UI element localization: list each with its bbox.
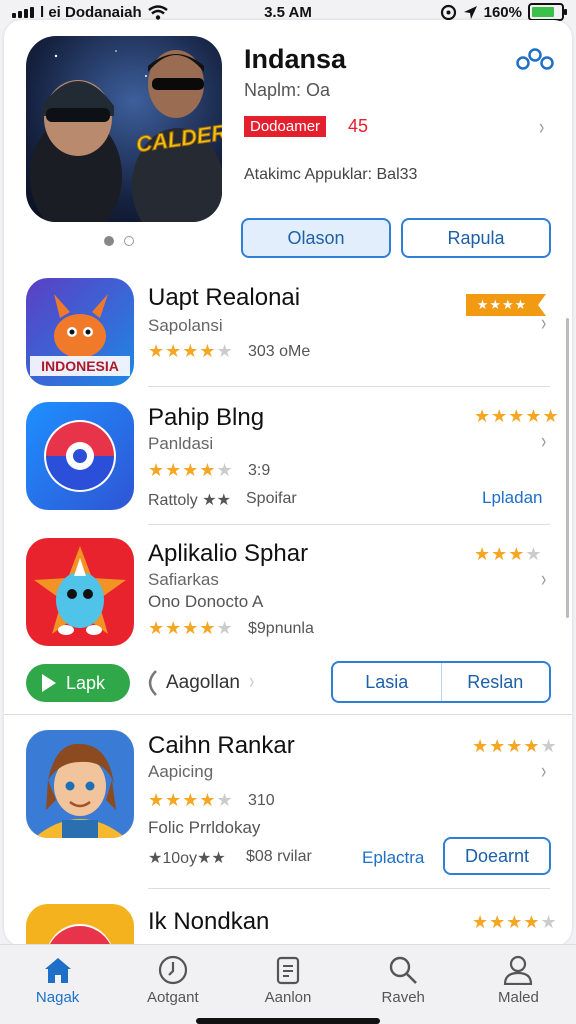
app-title[interactable]: Aplikalio Sphar — [148, 540, 308, 568]
app-rating-count: $9pnunla — [248, 620, 314, 637]
chevron-right-icon[interactable]: › — [539, 114, 544, 140]
tab-label: Aotgant — [146, 989, 199, 1006]
app-title[interactable]: Pahip Blng — [148, 404, 264, 432]
app-rating-count: 303 oMe — [248, 343, 311, 360]
segmented-control[interactable]: Lasia Reslan — [331, 661, 551, 703]
divider — [148, 386, 550, 387]
tab-label: Maled — [497, 989, 539, 1006]
tab-home[interactable]: Nagak — [0, 945, 115, 1024]
battery-icon — [528, 3, 567, 21]
featured-button-secondary[interactable]: Rapula — [401, 218, 551, 258]
app-action-link[interactable]: Lpladan — [482, 488, 543, 508]
signal-icon — [12, 6, 34, 18]
app-action-link[interactable]: Eplactra — [362, 848, 424, 868]
app-icon-nondkan[interactable] — [26, 904, 134, 946]
chevron-right-icon[interactable]: › — [541, 310, 546, 336]
divider — [148, 888, 550, 889]
rating-badge: ★★★★ — [466, 294, 546, 316]
segment-right[interactable]: Reslan — [440, 663, 550, 701]
open-button-label: Lapk — [66, 672, 106, 693]
open-button[interactable]: Lapk — [26, 664, 130, 702]
app-subtitle: Safiarkas — [148, 570, 219, 589]
tab-label: Aanlon — [264, 989, 312, 1006]
play-icon — [42, 674, 56, 692]
tab-bar: Nagak Aotgant Aanlon Raveh Maled — [0, 944, 576, 1024]
app-extra-left: Rattoly ★★ — [148, 492, 231, 509]
location-icon — [463, 5, 477, 19]
scrollbar[interactable] — [566, 318, 569, 618]
app-right-stars: ★★★★★ — [472, 912, 558, 932]
featured-image[interactable]: CALDERN — [26, 36, 222, 222]
app-subtitle: Aapicing — [148, 762, 214, 781]
tab-profile[interactable]: Maled — [461, 945, 576, 1024]
featured-subtitle: Naplm: Oa — [244, 80, 331, 100]
loading-icon — [148, 670, 157, 696]
tab-label: Nagak — [35, 989, 80, 1006]
tab-document[interactable]: Aanlon — [230, 945, 345, 1024]
app-subtitle: Sapolansi — [148, 316, 223, 335]
tab-clock[interactable]: Aotgant — [115, 945, 230, 1024]
tab-label: Raveh — [381, 989, 425, 1006]
divider — [148, 524, 550, 525]
app-icon-indonesia[interactable]: INDONESIA — [26, 278, 134, 386]
clock-icon — [158, 955, 187, 985]
app-rating-stars: ★★★★★ — [148, 790, 234, 810]
carousel-dot[interactable] — [124, 236, 134, 246]
action-link[interactable]: Aagollan — [166, 672, 240, 694]
app-rating-stars: ★★★★★ — [148, 341, 234, 361]
profile-icon — [504, 955, 533, 985]
app-title[interactable]: Uapt Realonai — [148, 284, 300, 312]
store-card: CALDERN Indansa Naplm: Oa Dodoamer 45 At… — [4, 20, 572, 946]
segment-left[interactable]: Lasia — [333, 663, 441, 701]
carousel-dots[interactable] — [104, 236, 134, 246]
chevron-right-icon[interactable]: › — [541, 428, 546, 454]
featured-badge: Dodoamer — [244, 116, 327, 137]
app-icon-pahip[interactable] — [26, 402, 134, 510]
carrier-label: l ei Dodanaiah — [40, 3, 142, 21]
app-extra-mid: Spoifar — [246, 490, 297, 507]
featured-button-primary[interactable]: Olason — [241, 218, 391, 258]
share-link-icon[interactable] — [516, 48, 554, 72]
featured-meta: Atakimc Appuklar: Bal33 — [244, 166, 418, 183]
app-rating-stars: ★★★★★ — [148, 460, 234, 480]
featured-badge-number: 45 — [348, 116, 369, 136]
app-title[interactable]: Ik Nondkan — [148, 908, 269, 936]
app-extra: Folic Prrldokay — [148, 818, 261, 837]
app-rating-count: 310 — [248, 792, 275, 809]
lock-rotation-icon — [440, 4, 456, 20]
search-icon — [390, 956, 418, 984]
app-icon-text: INDONESIA — [41, 358, 119, 374]
featured-title: Indansa — [244, 44, 347, 74]
app-title[interactable]: Caihn Rankar — [148, 732, 295, 760]
battery-percent: 160% — [483, 3, 522, 21]
app-right-stars: ★★★★★ — [474, 406, 560, 426]
home-indicator — [196, 1018, 380, 1024]
app-right-stars: ★★★★ — [474, 544, 543, 564]
app-action-button[interactable]: Doearnt — [443, 837, 551, 875]
divider — [4, 714, 572, 715]
wifi-icon — [147, 4, 168, 20]
chevron-right-icon[interactable]: › — [541, 566, 546, 592]
app-right-stars: ★★★★★ — [472, 736, 558, 756]
chevron-right-icon[interactable]: › — [249, 668, 254, 694]
app-rating-count: 3:9 — [248, 462, 271, 479]
tab-search[interactable]: Raveh — [346, 945, 461, 1024]
app-subtitle: Panldasi — [148, 434, 214, 453]
app-rating-stars: ★★★★★ — [148, 618, 234, 638]
app-icon-caihn[interactable] — [26, 730, 134, 838]
app-icon-aplikalio[interactable] — [26, 538, 134, 646]
app-extra: Ono Donocto A — [148, 592, 264, 611]
home-icon — [44, 958, 71, 983]
carousel-dot-active[interactable] — [104, 236, 114, 246]
app-extra-mid: $08 rvilar — [246, 848, 312, 865]
document-icon — [276, 956, 300, 985]
app-extra-left: ★10oy★★ — [148, 850, 226, 867]
chevron-right-icon[interactable]: › — [541, 758, 546, 784]
